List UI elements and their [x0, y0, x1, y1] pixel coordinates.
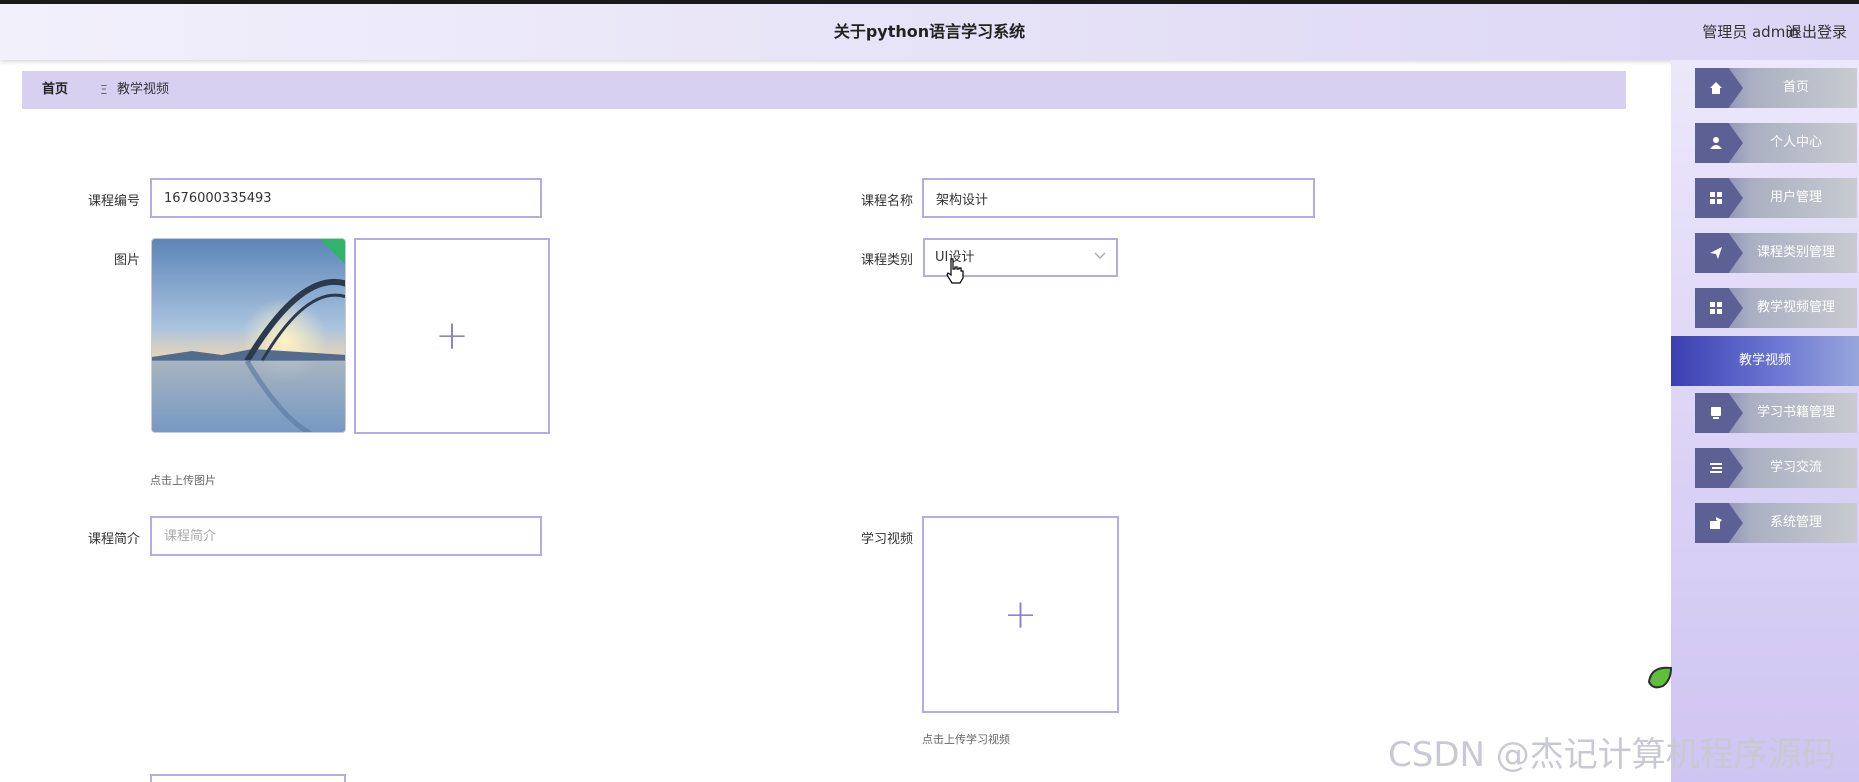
partial-field-box [150, 774, 346, 782]
sidebar-item-label: 个人中心 [1769, 135, 1822, 150]
breadcrumb-current: 教学视频 [117, 82, 170, 97]
course-no-label: 课程编号 [87, 194, 140, 209]
category-label: 课程类别 [860, 253, 913, 268]
watermark: CSDN @杰记计算机程序源码 [1388, 735, 1836, 775]
sidebar-item-personal-center[interactable]: 个人中心 [1695, 123, 1857, 163]
sidebar-item-category-management[interactable]: 课程类别管理 [1695, 233, 1857, 273]
course-name-input[interactable] [922, 178, 1315, 218]
image-upload-hint[interactable]: 点击上传图片 [150, 472, 216, 488]
video-upload-box[interactable]: + [922, 516, 1119, 713]
plus-icon: + [435, 313, 469, 359]
sidebar-item-label: 课程类别管理 [1756, 245, 1835, 260]
sidebar-item-video-management[interactable]: 教学视频管理 [1695, 288, 1857, 328]
sidebar-item-label: 学习书籍管理 [1756, 405, 1835, 420]
leaf-decoration-icon [1647, 666, 1673, 689]
grid-icon [1710, 192, 1722, 204]
send-icon [1710, 247, 1722, 259]
sidebar-item-system-management[interactable]: 系统管理 [1695, 503, 1857, 543]
video-upload-hint[interactable]: 点击上传学习视频 [922, 731, 1010, 747]
current-user: 管理员 admin [1702, 23, 1799, 41]
sidebar-item-teaching-video[interactable]: 教学视频 [1671, 336, 1859, 386]
hand-cursor-icon [946, 258, 964, 284]
sidebar-item-label: 学习交流 [1769, 460, 1822, 475]
sidebar-item-label: 首页 [1782, 80, 1809, 95]
book-icon [1711, 407, 1721, 419]
breadcrumb-separator: Ξ [100, 83, 108, 97]
intro-input[interactable] [150, 516, 542, 556]
sidebar-item-study-exchange[interactable]: 学习交流 [1695, 448, 1857, 488]
uploaded-image-thumbnail[interactable] [151, 238, 346, 433]
intro-label: 课程简介 [87, 532, 140, 547]
sidebar-item-label: 教学视频 [1738, 353, 1791, 368]
sidebar-item-home[interactable]: 首页 [1695, 68, 1857, 108]
chevron-down-icon [1094, 252, 1106, 259]
grid-icon [1710, 302, 1722, 314]
sidebar-nav: 首页 个人中心 用户管理 课程类别管理 教学视频管理 教学视频 学习书籍管理 学… [1671, 60, 1859, 782]
sidebar-item-user-management[interactable]: 用户管理 [1695, 178, 1857, 218]
image-label: 图片 [113, 253, 140, 268]
sidebar-item-label: 用户管理 [1769, 190, 1822, 205]
image-upload-box[interactable]: + [354, 238, 550, 434]
logout-button[interactable]: 退出登录 [1787, 4, 1847, 60]
sidebar-item-label: 系统管理 [1769, 515, 1822, 530]
app-title: 关于python语言学习系统 [833, 22, 1026, 41]
settings-icon [1710, 517, 1722, 529]
breadcrumb: 首页 Ξ 教学视频 [22, 71, 1626, 109]
plus-icon: + [1003, 591, 1038, 638]
video-label: 学习视频 [860, 532, 913, 547]
user-icon [1710, 137, 1722, 149]
breadcrumb-home[interactable]: 首页 [42, 71, 68, 109]
home-icon [1710, 82, 1722, 94]
course-no-input[interactable] [150, 178, 542, 218]
course-name-label: 课程名称 [860, 194, 913, 209]
list-icon [1710, 463, 1722, 473]
sidebar-item-book-management[interactable]: 学习书籍管理 [1695, 393, 1857, 433]
app-header: 关于python语言学习系统 管理员 admin 退出登录 [0, 4, 1859, 60]
sidebar-item-label: 教学视频管理 [1756, 300, 1835, 315]
